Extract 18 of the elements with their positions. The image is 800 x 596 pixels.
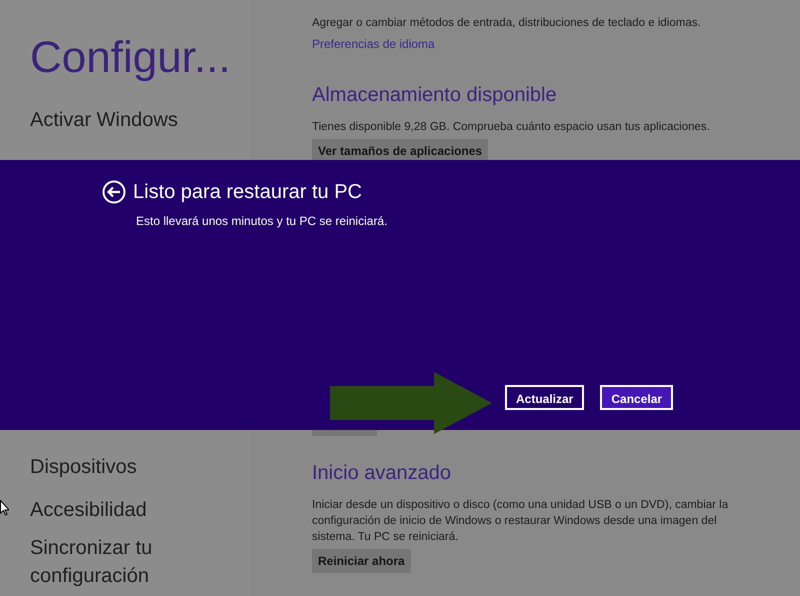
- dialog-button[interactable]: Actualizar: [505, 385, 584, 410]
- sidebar-item[interactable]: Accesibilidad: [30, 498, 210, 522]
- section-description: Iniciar desde un dispositivo o disco (como una unidad USB o un DVD), cambiar la configuración de inicio de Windows o restaurar Windows desde una imagen del sistema. Tu PC se reiniciará.: [312, 498, 730, 545]
- dialog-title: Listo para restaurar tu PC: [133, 180, 362, 205]
- cursor-icon: [0, 500, 9, 516]
- section-description: Agregar o cambiar métodos de entrada, distribuciones de teclado e idiomas.: [312, 16, 702, 31]
- dialog-message: Esto llevará unos minutos y tu PC se reiniciará.: [136, 214, 388, 228]
- sidebar-item[interactable]: Sincronizar tu configuración: [30, 534, 210, 590]
- section-heading: Inicio avanzado: [312, 461, 451, 485]
- sidebar-item[interactable]: Activar Windows: [30, 108, 210, 132]
- back-icon[interactable]: [102, 180, 126, 204]
- language-link[interactable]: Preferencias de idioma: [312, 36, 435, 52]
- sidebar-item[interactable]: Dispositivos: [30, 455, 210, 479]
- section-description: Tienes disponible 9,28 GB. Comprueba cuánto espacio usan tus aplicaciones.: [312, 120, 711, 135]
- section-heading: Almacenamiento disponible: [312, 83, 557, 107]
- page-title: Configur...: [30, 33, 231, 83]
- action-button[interactable]: Reiniciar ahora: [312, 549, 411, 573]
- dialog-button[interactable]: Cancelar: [600, 385, 674, 410]
